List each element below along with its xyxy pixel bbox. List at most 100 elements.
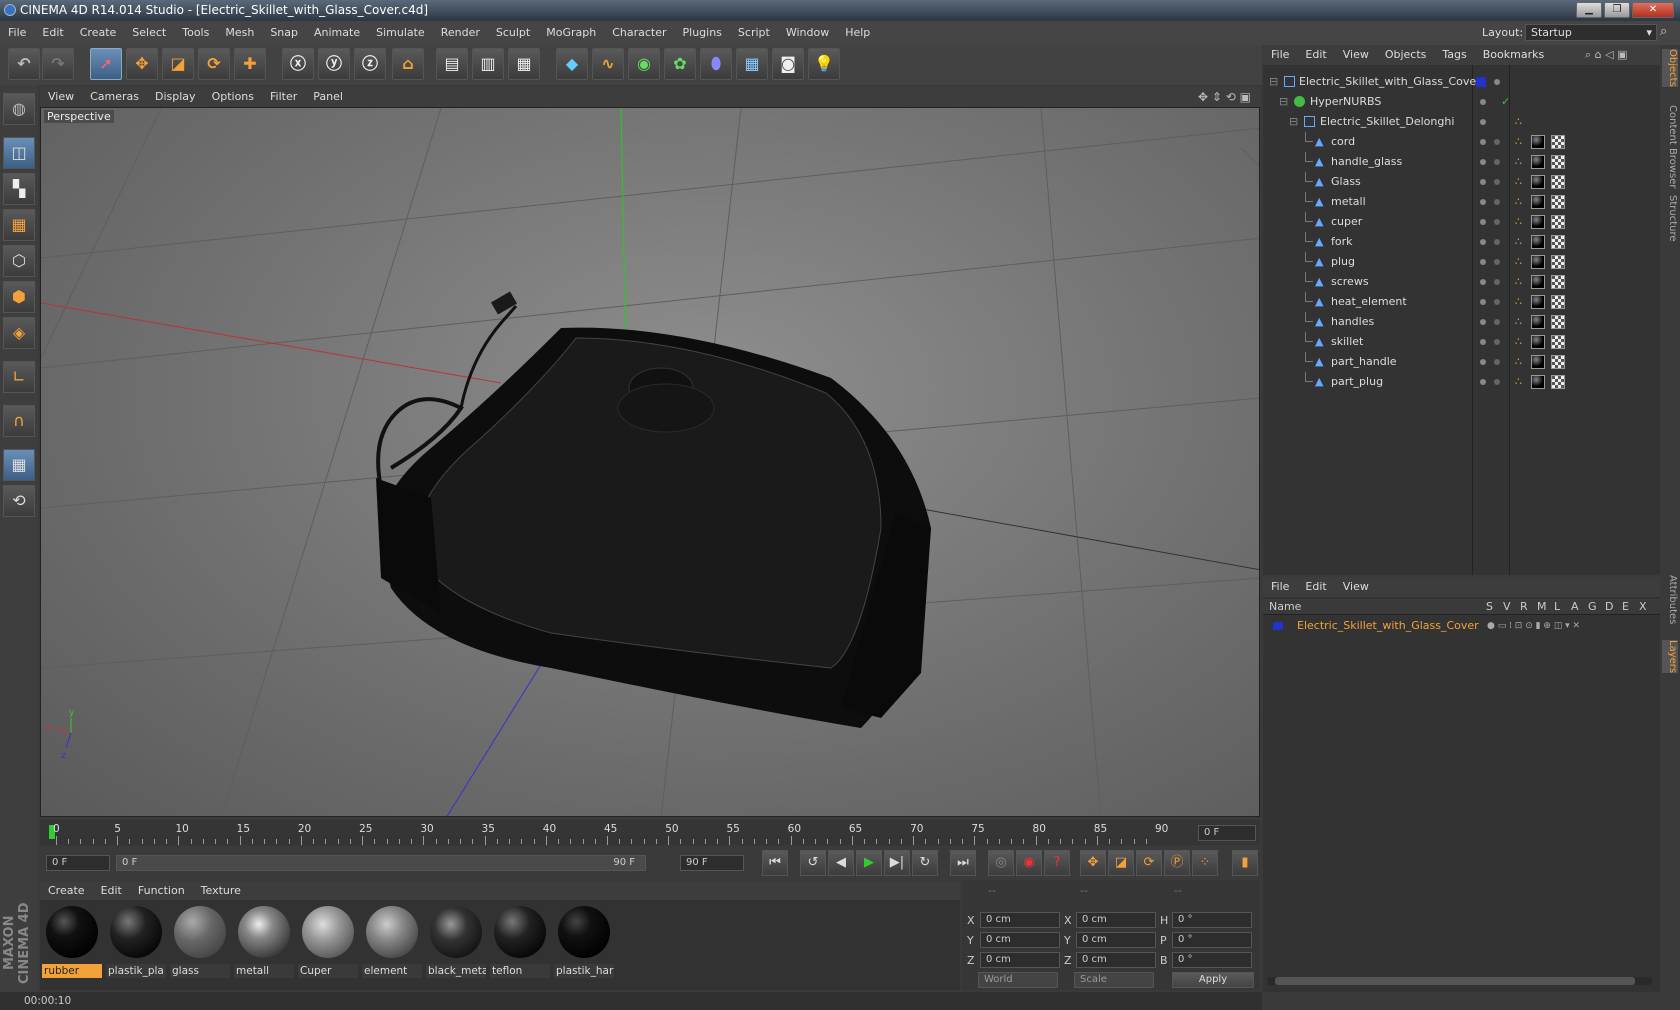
phong-tag-icon[interactable]: ∴: [1515, 292, 1522, 312]
keyframe-selection-icon[interactable]: ?: [1044, 850, 1070, 876]
objects-menu-file[interactable]: File: [1263, 45, 1297, 65]
uvw-tag-icon[interactable]: [1551, 215, 1565, 229]
nurbs-icon[interactable]: ◉: [628, 48, 660, 80]
add-icon[interactable]: ✚: [234, 48, 266, 80]
material-tag-icon[interactable]: [1531, 135, 1545, 149]
menu-file[interactable]: File: [0, 21, 34, 45]
material-swatch[interactable]: teflon: [490, 904, 550, 978]
material-tag-icon[interactable]: [1531, 155, 1545, 169]
end-frame-field[interactable]: 90 F: [680, 855, 744, 871]
rotation-h-field[interactable]: 0 °: [1172, 912, 1252, 928]
mograph-cloner-icon[interactable]: ✿: [664, 48, 696, 80]
render-dot[interactable]: [1494, 279, 1500, 285]
redo-icon[interactable]: ↷: [42, 48, 74, 80]
object-row-handles[interactable]: ▲ handles ∴: [1263, 312, 1660, 332]
material-tag-icon[interactable]: [1531, 315, 1545, 329]
menu-snap[interactable]: Snap: [262, 21, 306, 45]
layout-dropdown[interactable]: Startup ▾: [1525, 24, 1657, 41]
uvw-tag-icon[interactable]: [1551, 295, 1565, 309]
next-key-icon[interactable]: ↻: [912, 850, 938, 876]
material-swatch[interactable]: Cuper: [298, 904, 358, 978]
enabled-check-icon[interactable]: ✓: [1501, 92, 1510, 112]
z-axis-icon[interactable]: ⓩ: [354, 48, 386, 80]
timeline-ruler[interactable]: 0 5 10 15 20 25 30 35 40 45 50 55 60 65 70 75 80 85 90 0 F: [40, 820, 1260, 845]
scale-icon[interactable]: ◪: [162, 48, 194, 80]
close-button[interactable]: ✕: [1632, 2, 1674, 18]
workplane-lock-icon[interactable]: ▦: [3, 449, 35, 481]
deformer-icon[interactable]: ⬮: [700, 48, 732, 80]
material-swatch[interactable]: element: [362, 904, 422, 978]
spline-icon[interactable]: ∿: [592, 48, 624, 80]
material-swatch[interactable]: metall: [234, 904, 294, 978]
visibility-dot[interactable]: [1480, 339, 1486, 345]
visibility-dot[interactable]: [1494, 79, 1500, 85]
object-row-hypernurbs[interactable]: ⊟ HyperNURBS ✓: [1263, 92, 1660, 112]
phong-tag-icon[interactable]: ∴: [1515, 252, 1522, 272]
model-mode-icon[interactable]: ◫: [3, 137, 35, 169]
render-dot[interactable]: [1494, 159, 1500, 165]
visibility-dot[interactable]: [1480, 319, 1486, 325]
uvw-tag-icon[interactable]: [1551, 235, 1565, 249]
render-dot[interactable]: [1494, 299, 1500, 305]
key-scale-icon[interactable]: ◪: [1108, 850, 1134, 876]
material-swatch[interactable]: black_meta: [426, 904, 486, 978]
material-tag-icon[interactable]: [1531, 295, 1545, 309]
position-z-field[interactable]: 0 cm: [980, 952, 1060, 968]
live-selection-icon[interactable]: ➚: [90, 48, 122, 80]
tab-layers[interactable]: Layers: [1662, 640, 1678, 674]
phong-tag-icon[interactable]: ∴: [1515, 112, 1522, 132]
object-row-fork[interactable]: ▲ fork ∴: [1263, 232, 1660, 252]
material-tag-icon[interactable]: [1531, 375, 1545, 389]
object-row-cuper[interactable]: ▲ cuper ∴: [1263, 212, 1660, 232]
render-dot[interactable]: [1494, 259, 1500, 265]
current-frame-field[interactable]: 0 F: [1198, 825, 1256, 841]
menu-edit[interactable]: Edit: [34, 21, 71, 45]
visibility-dot[interactable]: [1480, 219, 1486, 225]
render-picture-viewer-icon[interactable]: ▥: [472, 48, 504, 80]
make-editable-icon[interactable]: ◍: [3, 93, 35, 125]
object-row-heat-element[interactable]: ▲ heat_element ∴: [1263, 292, 1660, 312]
tab-content-browser[interactable]: Content Browser: [1662, 105, 1678, 188]
visibility-dot[interactable]: [1480, 279, 1486, 285]
workplane-align-icon[interactable]: ⟲: [3, 485, 35, 517]
visibility-dot[interactable]: [1480, 179, 1486, 185]
material-tag-icon[interactable]: [1531, 275, 1545, 289]
menu-mesh[interactable]: Mesh: [217, 21, 262, 45]
material-menu-texture[interactable]: Texture: [193, 882, 249, 900]
visibility-dot[interactable]: [1480, 239, 1486, 245]
objects-menu-bookmarks[interactable]: Bookmarks: [1475, 45, 1552, 65]
uvw-tag-icon[interactable]: [1551, 135, 1565, 149]
object-row-handle-glass[interactable]: ▲ handle_glass ∴: [1263, 152, 1660, 172]
visibility-dot[interactable]: [1480, 139, 1486, 145]
layer-row[interactable]: Electric_Skillet_with_Glass_Cover ● ▭ ⁞ …: [1263, 617, 1660, 635]
collapse-icon[interactable]: ⊟: [1289, 112, 1298, 132]
size-y-field[interactable]: 0 cm: [1076, 932, 1156, 948]
start-frame-field[interactable]: 0 F: [46, 855, 110, 871]
edges-mode-icon[interactable]: ⬢: [3, 281, 35, 313]
menu-create[interactable]: Create: [72, 21, 125, 45]
material-swatch[interactable]: rubber: [42, 904, 102, 978]
render-view-icon[interactable]: ▤: [436, 48, 468, 80]
objects-menu-view[interactable]: View: [1335, 45, 1377, 65]
object-row-skillet[interactable]: ▲ skillet ∴: [1263, 332, 1660, 352]
size-x-field[interactable]: 0 cm: [1076, 912, 1156, 928]
phong-tag-icon[interactable]: ∴: [1515, 132, 1522, 152]
move-icon[interactable]: ✥: [126, 48, 158, 80]
auto-key-icon[interactable]: ◉: [1016, 850, 1042, 876]
layer-color-swatch[interactable]: [1273, 622, 1283, 630]
menu-tools[interactable]: Tools: [174, 21, 217, 45]
render-dot[interactable]: [1494, 359, 1500, 365]
menu-character[interactable]: Character: [604, 21, 674, 45]
floor-icon[interactable]: ▦: [736, 48, 768, 80]
uvw-tag-icon[interactable]: [1551, 255, 1565, 269]
viewport-menu-filter[interactable]: Filter: [262, 87, 305, 107]
visibility-dot[interactable]: [1480, 259, 1486, 265]
visibility-dot[interactable]: [1480, 359, 1486, 365]
coordinate-space-dropdown[interactable]: World: [978, 972, 1058, 988]
viewport-menu-view[interactable]: View: [40, 87, 82, 107]
light-icon[interactable]: 💡: [808, 48, 840, 80]
material-tag-icon[interactable]: [1531, 215, 1545, 229]
go-to-end-icon[interactable]: ⏭: [950, 850, 976, 876]
material-menu-edit[interactable]: Edit: [93, 882, 130, 900]
record-keys-icon[interactable]: ◎: [988, 850, 1014, 876]
